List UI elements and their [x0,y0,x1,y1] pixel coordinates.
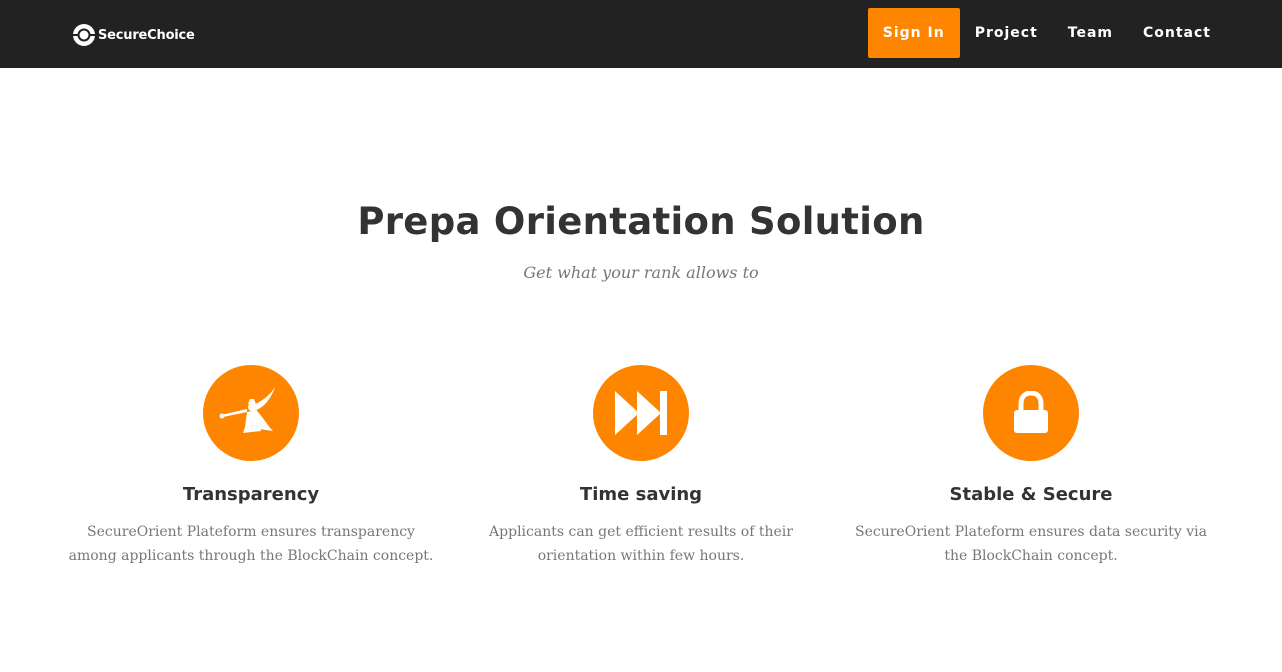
feature-transparency: Transparency SecureOrient Plateform ensu… [56,365,446,568]
nav-item-contact[interactable]: Contact [1128,8,1226,58]
nav-item-team[interactable]: Team [1053,8,1128,58]
brand-logo-link[interactable]: SecureChoice [72,23,195,47]
nav-sign-in-button[interactable]: Sign In [867,8,960,58]
feature-description: SecureOrient Plateform ensures transpare… [68,524,434,564]
feature-icon-circle [203,365,299,461]
lock-icon [1014,391,1048,433]
feature-description: SecureOrient Plateform ensures data secu… [855,524,1207,564]
ring-logo-icon [72,24,96,46]
feature-time-saving: Time saving Applicants can get efficient… [446,365,836,568]
feature-title: Stable & Secure [949,484,1113,505]
top-navbar: SecureChoice Sign In Project Team Contac… [0,0,1282,68]
feature-icon-circle [593,365,689,461]
feature-title: Transparency [182,484,320,505]
page-subtitle: Get what your rank allows to [523,263,759,282]
herald-trumpet-icon [219,387,275,433]
page-title: Prepa Orientation Solution [357,200,925,243]
feature-description: Applicants can get efficient results of … [489,524,793,564]
fast-forward-icon [615,391,667,435]
main-nav: Sign In Project Team Contact [867,8,1226,58]
nav-item-project[interactable]: Project [960,8,1053,58]
feature-stable-secure: Stable & Secure SecureOrient Plateform e… [836,365,1226,568]
brand-name: SecureChoice [98,27,195,43]
feature-title: Time saving [579,484,703,505]
feature-icon-circle [983,365,1079,461]
